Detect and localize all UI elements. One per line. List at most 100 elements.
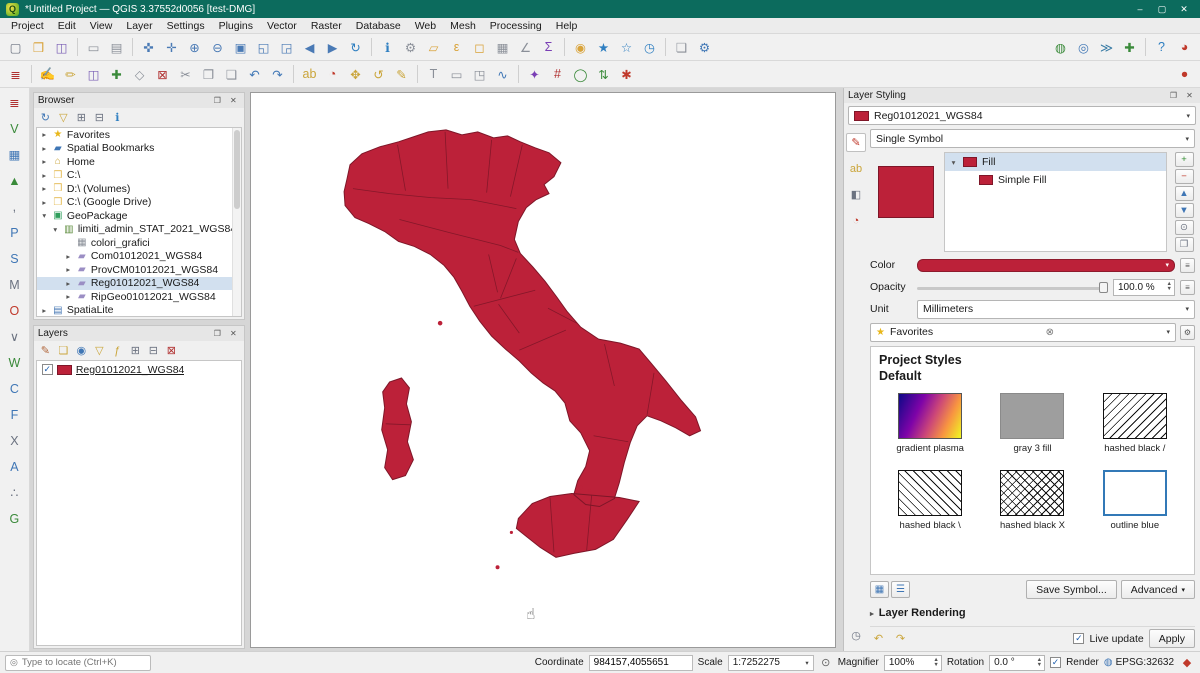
style-hashed-black-back[interactable]: hashed black \ [879, 470, 981, 531]
style-filter-select[interactable]: ★ Favorites ⊗ ▾ [870, 323, 1176, 342]
add-mesh-layer-button[interactable]: ▲ [4, 170, 25, 191]
add-postgis-layer-button[interactable]: P [4, 222, 25, 243]
user-profile-button[interactable]: ◕ [1174, 37, 1195, 58]
add-arcgis-rest-layer-button[interactable]: A [4, 456, 25, 477]
browser-filter-button[interactable]: ▽ [55, 109, 72, 126]
clear-filter-icon[interactable]: ⊗ [1046, 327, 1054, 338]
pan-map-button[interactable]: ✜ [138, 37, 159, 58]
move-symbol-layer-down-button[interactable]: ▼ [1175, 203, 1194, 218]
move-label-button[interactable]: ✥ [345, 64, 366, 85]
opacity-spinbox[interactable]: 100.0 % ▲▼ [1113, 279, 1175, 296]
expand-arrow-icon[interactable]: ▸ [40, 157, 49, 166]
list-view-button[interactable]: ☰ [891, 581, 910, 598]
scale-select[interactable]: 1:7252275 ▾ [728, 655, 814, 671]
data-source-manager-button[interactable]: ≣ [5, 64, 26, 85]
temporal-controller-button[interactable]: ◷ [639, 37, 660, 58]
run-feature-action-button[interactable]: ⚙ [400, 37, 421, 58]
lock-scale-icon[interactable]: ⊙ [819, 654, 833, 671]
expand-arrow-icon[interactable]: ▾ [40, 211, 49, 220]
menu-edit[interactable]: Edit [51, 18, 83, 33]
annotation-form-button[interactable]: ▭ [446, 64, 467, 85]
symbology-tab[interactable]: ✎ [846, 133, 866, 152]
data-defined-override-button[interactable]: ≡ [1180, 258, 1195, 273]
browser-scrollbar[interactable] [232, 128, 241, 316]
diagrams-tab[interactable]: ◔ [846, 211, 866, 230]
data-defined-override-button[interactable]: ≡ [1180, 280, 1195, 295]
close-panel-icon[interactable]: ✕ [227, 328, 240, 340]
browser-item-d-volumes[interactable]: ▸ ❒ D:\ (Volumes) [37, 182, 241, 196]
lock-symbol-layer-button[interactable]: ⊙ [1175, 220, 1194, 235]
metasearch-button[interactable]: ◎ [1073, 37, 1094, 58]
live-update-checkbox[interactable]: ✓ [1073, 633, 1084, 644]
layer-visibility-checkbox[interactable]: ✓ [42, 364, 53, 375]
locate-input[interactable] [22, 657, 132, 668]
expand-arrow-icon[interactable]: ▸ [40, 144, 49, 153]
plugin-manager-button[interactable]: ✚ [1119, 37, 1140, 58]
float-panel-button[interactable]: ❐ [1167, 90, 1180, 102]
slider-handle[interactable] [1099, 282, 1108, 293]
filter-by-expression-button[interactable]: ƒ [109, 342, 126, 359]
menu-view[interactable]: View [83, 18, 120, 33]
expand-arrow-icon[interactable]: ▸ [64, 252, 73, 261]
history-tab[interactable]: ◷ [846, 626, 866, 645]
expand-arrow-icon[interactable]: ▸ [64, 279, 73, 288]
remove-symbol-layer-button[interactable]: − [1175, 169, 1194, 184]
save-symbol-button[interactable]: Save Symbol... [1026, 580, 1117, 599]
move-symbol-layer-up-button[interactable]: ▲ [1175, 186, 1194, 201]
add-virtual-layer-button[interactable]: ∨ [4, 326, 25, 347]
new-project-button[interactable]: ▢ [5, 37, 26, 58]
style-outline-blue[interactable]: outline blue [1084, 470, 1186, 531]
new-bookmark-button[interactable]: ★ [593, 37, 614, 58]
zoom-full-button[interactable]: ▣ [230, 37, 251, 58]
browser-collapse-all-button[interactable]: ⊟ [91, 109, 108, 126]
expand-arrow-icon[interactable]: ▸ [64, 265, 73, 274]
snapping-toggle-button[interactable]: # [547, 64, 568, 85]
layer-select[interactable]: Reg01012021_WGS84 ▾ [848, 106, 1196, 125]
style-manager-button[interactable]: ✦ [524, 64, 545, 85]
identify-features-button[interactable]: ℹ [377, 37, 398, 58]
advanced-button[interactable]: Advanced ▾ [1121, 580, 1195, 599]
zoom-in-button[interactable]: ⊕ [184, 37, 205, 58]
show-bookmarks-button[interactable]: ☆ [616, 37, 637, 58]
osm-place-search-button[interactable]: ◯ [570, 64, 591, 85]
measure-line-button[interactable]: ∠ [515, 37, 536, 58]
undo-button[interactable]: ↶ [244, 64, 265, 85]
expand-arrow-icon[interactable]: ▸ [64, 292, 73, 301]
italy-landmass[interactable] [344, 130, 700, 557]
add-oracle-layer-button[interactable]: O [4, 300, 25, 321]
menu-raster[interactable]: Raster [304, 18, 349, 33]
fill-color-button[interactable]: ▾ [917, 259, 1175, 272]
new-3d-map-button[interactable]: ◳ [469, 64, 490, 85]
layer-diagram-button[interactable]: ◔ [322, 64, 343, 85]
collapse-all-button[interactable]: ⊟ [145, 342, 162, 359]
grass-tools-button[interactable]: ◍ [1050, 37, 1071, 58]
select-by-expression-button[interactable]: ε [446, 37, 467, 58]
change-label-button[interactable]: ✎ [391, 64, 412, 85]
add-spatialite-layer-button[interactable]: S [4, 248, 25, 269]
add-wfs-layer-button[interactable]: F [4, 404, 25, 425]
quickmap-services-button[interactable]: ✱ [616, 64, 637, 85]
zoom-last-button[interactable]: ◀ [299, 37, 320, 58]
expand-arrow-icon[interactable]: ▾ [51, 225, 60, 234]
cut-features-button[interactable]: ✂ [175, 64, 196, 85]
expand-arrow-icon[interactable]: ▸ [40, 198, 49, 207]
close-button[interactable]: ✕ [1174, 2, 1194, 16]
symbol-node-fill[interactable]: ▾ Fill [945, 153, 1166, 171]
browser-item-c-drive[interactable]: ▸ ❒ C:\ [37, 169, 241, 183]
browser-item-favorites[interactable]: ▸ ★ Favorites [37, 128, 241, 142]
open-attribute-table-button[interactable]: ▦ [492, 37, 513, 58]
toggle-editing-button[interactable]: ✏ [60, 64, 81, 85]
menu-web[interactable]: Web [408, 18, 443, 33]
add-symbol-layer-button[interactable]: + [1175, 152, 1194, 167]
add-mssql-layer-button[interactable]: M [4, 274, 25, 295]
new-print-layout-button[interactable]: ▭ [83, 37, 104, 58]
menu-mesh[interactable]: Mesh [443, 18, 483, 33]
browser-item-ripgeo[interactable]: ▸ ▰ RipGeo01012021_WGS84 [37, 290, 241, 304]
refresh-map-button[interactable]: ↻ [345, 37, 366, 58]
zoom-to-selection-button[interactable]: ◲ [276, 37, 297, 58]
expand-arrow-icon[interactable]: ▸ [40, 171, 49, 180]
zoom-next-button[interactable]: ▶ [322, 37, 343, 58]
masks-tab[interactable]: ◧ [846, 185, 866, 204]
style-hashed-black-x[interactable]: hashed black X [981, 470, 1083, 531]
copy-features-button[interactable]: ❐ [198, 64, 219, 85]
